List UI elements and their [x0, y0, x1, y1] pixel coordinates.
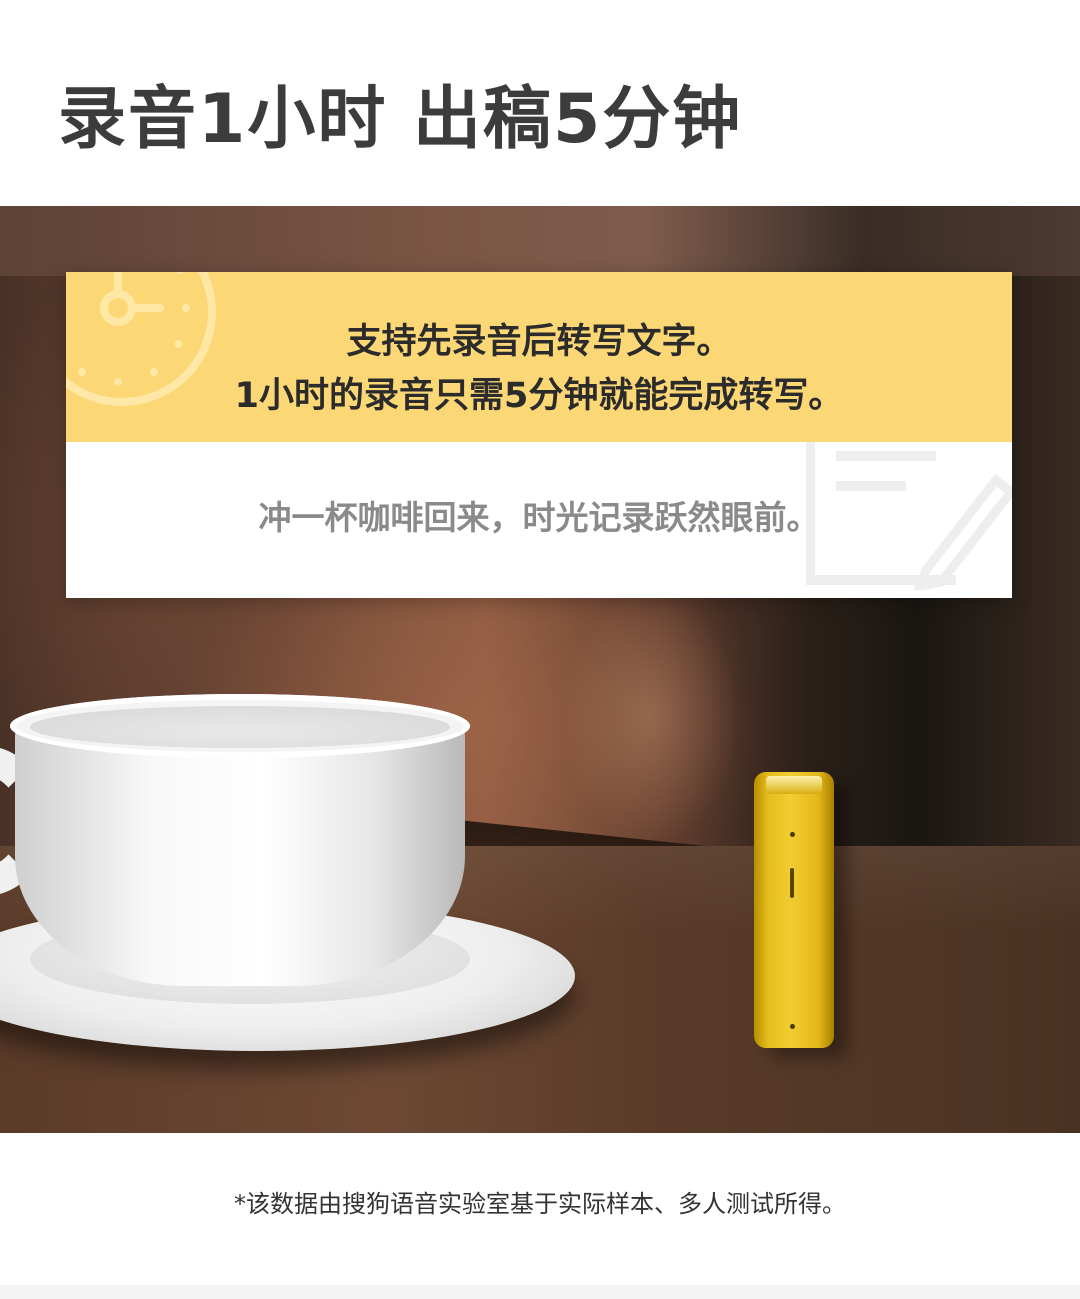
- background-light: [560, 586, 740, 846]
- card-line-1: 支持先录音后转写文字。: [346, 322, 732, 362]
- device-mic-hole: [790, 832, 795, 837]
- card-line-3: 冲一杯咖啡回来，时光记录跃然眼前。: [258, 498, 820, 537]
- cup-rim-inner: [30, 706, 450, 748]
- device-mic-hole: [790, 1024, 795, 1029]
- info-card-highlight: 支持先录音后转写文字。 1小时的录音只需5分钟就能完成转写。: [66, 272, 1012, 442]
- info-card: 支持先录音后转写文字。 1小时的录音只需5分钟就能完成转写。 冲一杯咖啡回来，时…: [66, 272, 1012, 598]
- info-card-body: 冲一杯咖啡回来，时光记录跃然眼前。: [66, 442, 1012, 598]
- bottom-divider: [0, 1285, 1080, 1299]
- device-cap: [766, 776, 822, 794]
- background-wall: [0, 206, 1080, 276]
- product-page: 录音1小时 出稿5分钟 支持先录音后转写文字。 1小时的录音只需5分钟就能完成转…: [0, 0, 1080, 1299]
- footnote: *该数据由搜狗语音实验室基于实际样本、多人测试所得。: [234, 1190, 846, 1218]
- card-line-2: 1小时的录音只需5分钟就能完成转写。: [234, 376, 844, 416]
- headline: 录音1小时 出稿5分钟: [58, 80, 743, 159]
- product-photo: 支持先录音后转写文字。 1小时的录音只需5分钟就能完成转写。 冲一杯咖啡回来，时…: [0, 206, 1080, 1133]
- voice-recorder-device: [754, 772, 834, 1048]
- device-indicator: [790, 868, 794, 898]
